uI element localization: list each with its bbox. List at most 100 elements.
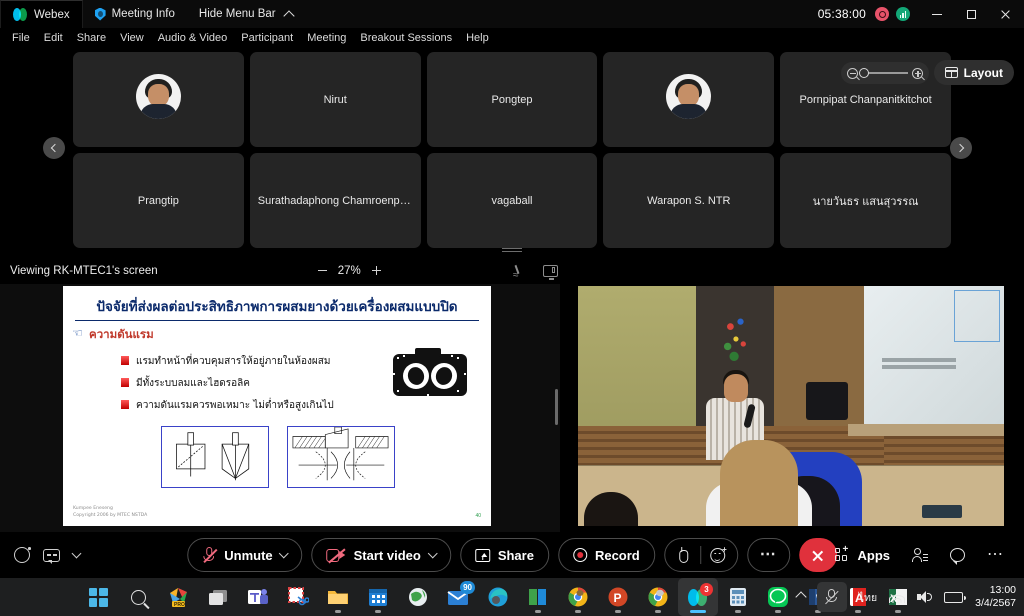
chrome-button-2[interactable] bbox=[638, 578, 678, 616]
participant-tile[interactable]: Prangtip bbox=[73, 153, 244, 248]
active-speaker-video[interactable] bbox=[578, 286, 1004, 526]
zoom-out-icon[interactable] bbox=[847, 67, 858, 79]
menu-participant[interactable]: Participant bbox=[234, 28, 300, 49]
search-button[interactable] bbox=[118, 578, 158, 616]
menu-view[interactable]: View bbox=[113, 28, 151, 49]
language-indicator[interactable]: ไทย bbox=[859, 589, 877, 606]
microphone-muted-icon bbox=[202, 546, 218, 564]
participant-tile[interactable]: Nirut bbox=[249, 52, 421, 147]
more-options-icon[interactable]: ⋯ bbox=[987, 547, 1004, 563]
participant-name: Pongtep bbox=[491, 93, 533, 106]
record-button[interactable]: Record bbox=[557, 538, 655, 572]
network-quality-icon[interactable] bbox=[896, 7, 910, 21]
grid-next-button[interactable] bbox=[950, 137, 972, 159]
start-button[interactable] bbox=[78, 578, 118, 616]
minimize-button[interactable] bbox=[920, 0, 954, 28]
grid-zoom-slider[interactable] bbox=[841, 62, 929, 84]
task-view-button[interactable] bbox=[198, 578, 238, 616]
reactions-button[interactable]: + bbox=[663, 538, 738, 572]
close-icon bbox=[1000, 9, 1011, 20]
display-icon[interactable] bbox=[543, 264, 558, 280]
menu-file[interactable]: File bbox=[5, 28, 37, 49]
close-button[interactable] bbox=[988, 0, 1022, 28]
line-button[interactable] bbox=[758, 578, 798, 616]
chat-bubble-icon[interactable] bbox=[950, 548, 965, 565]
participant-tile[interactable] bbox=[603, 52, 775, 147]
hide-menu-bar-button[interactable]: Hide Menu Bar bbox=[187, 0, 305, 28]
chevron-down-icon[interactable] bbox=[71, 548, 82, 559]
divider bbox=[699, 546, 701, 564]
menu-edit[interactable]: Edit bbox=[37, 28, 70, 49]
menu-audio-video[interactable]: Audio & Video bbox=[151, 28, 235, 49]
battery-icon[interactable] bbox=[944, 591, 966, 603]
zoom-slider-handle[interactable] bbox=[859, 68, 869, 78]
snipping-tool-button[interactable] bbox=[278, 578, 318, 616]
meeting-info-button[interactable]: Meeting Info bbox=[83, 0, 187, 28]
participant-tile[interactable]: นายวันธร แสนสุวรรณ bbox=[780, 153, 951, 248]
chrome-button[interactable] bbox=[558, 578, 598, 616]
start-video-label: Start video bbox=[353, 547, 421, 563]
calendar-button[interactable] bbox=[358, 578, 398, 616]
shared-slide: ปัจจัยที่ส่งผลต่อประสิทธิภาพการผสมยางด้ว… bbox=[63, 286, 491, 526]
mail-badge: 90 bbox=[460, 581, 475, 594]
file-explorer-button[interactable] bbox=[318, 578, 358, 616]
volume-icon[interactable] bbox=[917, 590, 933, 604]
more-options-button[interactable]: ⋯ bbox=[746, 538, 790, 572]
participant-tile[interactable]: Warapon S. NTR bbox=[603, 153, 775, 248]
running-indicator bbox=[535, 610, 541, 613]
layout-button[interactable]: Layout bbox=[933, 60, 1014, 85]
emoji-reaction-icon[interactable]: + bbox=[709, 545, 727, 563]
webex-button[interactable]: 3 bbox=[678, 578, 718, 616]
microsoft-store-button[interactable] bbox=[518, 578, 558, 616]
participant-tile[interactable]: vagaball bbox=[426, 153, 598, 248]
zoom-in-icon[interactable] bbox=[912, 67, 923, 79]
running-indicator bbox=[735, 610, 741, 613]
menu-breakout-sessions[interactable]: Breakout Sessions bbox=[353, 28, 459, 49]
share-drag-handle[interactable] bbox=[502, 248, 522, 253]
powerpoint-button[interactable]: P bbox=[598, 578, 638, 616]
participant-name: Warapon S. NTR bbox=[647, 194, 731, 207]
menu-meeting[interactable]: Meeting bbox=[300, 28, 353, 49]
microphone-tray-button[interactable] bbox=[816, 582, 847, 612]
globe-button[interactable] bbox=[398, 578, 438, 616]
webex-app-tab[interactable]: Webex bbox=[0, 0, 83, 28]
calculator-button[interactable] bbox=[718, 578, 758, 616]
participant-tile[interactable]: Surathadaphong Chamroenpho... bbox=[249, 153, 421, 248]
recording-indicator-icon[interactable] bbox=[875, 7, 889, 21]
microsoft-teams-button[interactable] bbox=[238, 578, 278, 616]
chevron-down-icon[interactable] bbox=[279, 548, 290, 559]
microsoft-teams-icon bbox=[248, 589, 268, 604]
participant-tile[interactable]: Pongtep bbox=[426, 52, 598, 147]
show-hidden-icons-button[interactable] bbox=[795, 591, 807, 603]
clock[interactable]: 13:00 3/4/2567 bbox=[975, 584, 1016, 610]
zoom-in-button[interactable] bbox=[371, 266, 381, 275]
shared-screen-pane[interactable]: ปัจจัยที่ส่งผลต่อประสิทธิภาพการผสมยางด้ว… bbox=[0, 284, 560, 532]
participants-icon[interactable] bbox=[912, 547, 928, 563]
zoom-slider-track[interactable] bbox=[859, 68, 908, 78]
apps-button[interactable]: Apps bbox=[834, 545, 890, 563]
record-circle-icon[interactable] bbox=[14, 547, 31, 563]
closed-captions-icon[interactable] bbox=[43, 548, 60, 564]
zoom-out-button[interactable] bbox=[317, 269, 327, 272]
edge-button[interactable] bbox=[478, 578, 518, 616]
leave-meeting-button[interactable] bbox=[798, 538, 837, 572]
bullet-square-icon bbox=[121, 356, 129, 365]
participant-tile[interactable] bbox=[73, 52, 244, 147]
annotate-icon[interactable] bbox=[513, 264, 527, 281]
office-button[interactable]: PRO bbox=[158, 578, 198, 616]
menu-help[interactable]: Help bbox=[459, 28, 496, 49]
unmute-button[interactable]: Unmute bbox=[187, 538, 303, 572]
running-indicator bbox=[615, 610, 621, 613]
slide-page-number: 40 bbox=[475, 513, 481, 519]
start-video-button[interactable]: Start video bbox=[311, 538, 451, 572]
mail-button[interactable]: 90 bbox=[438, 578, 478, 616]
grid-prev-button[interactable] bbox=[43, 137, 65, 159]
wifi-icon[interactable] bbox=[889, 591, 906, 603]
webex-logo bbox=[13, 8, 28, 21]
maximize-button[interactable] bbox=[954, 0, 988, 28]
raise-hand-icon[interactable] bbox=[677, 546, 691, 564]
share-button[interactable]: Share bbox=[459, 538, 549, 572]
chevron-down-icon[interactable] bbox=[427, 548, 438, 559]
menu-share[interactable]: Share bbox=[70, 28, 113, 49]
share-scrollbar[interactable] bbox=[555, 389, 558, 425]
